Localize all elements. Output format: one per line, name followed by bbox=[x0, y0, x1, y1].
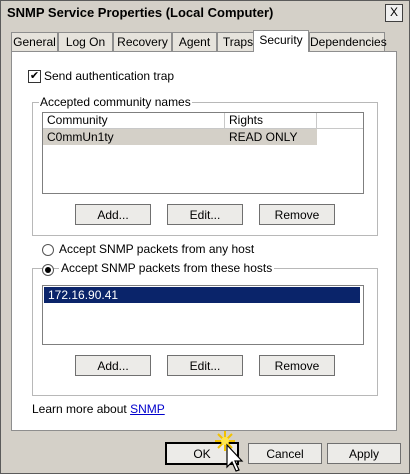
auth-trap-label[interactable]: Send authentication trap bbox=[44, 69, 174, 83]
community-list-header: Community Rights bbox=[43, 113, 363, 129]
community-remove-button[interactable]: Remove bbox=[259, 204, 335, 225]
these-hosts-label[interactable]: Accept SNMP packets from these hosts bbox=[59, 261, 275, 275]
tab-general[interactable]: General bbox=[11, 32, 58, 51]
any-host-label[interactable]: Accept SNMP packets from any host bbox=[59, 242, 254, 256]
cancel-button[interactable]: Cancel bbox=[248, 443, 322, 464]
tab-recovery[interactable]: Recovery bbox=[113, 32, 172, 51]
column-header-community[interactable]: Community bbox=[43, 113, 225, 128]
host-address: 172.16.90.41 bbox=[48, 288, 119, 302]
dialog-window: SNMP Service Properties (Local Computer)… bbox=[0, 0, 410, 474]
learn-more-prefix: Learn more about bbox=[32, 402, 131, 416]
hosts-add-button[interactable]: Add... bbox=[75, 355, 151, 376]
tab-agent[interactable]: Agent bbox=[172, 32, 217, 51]
column-header-rights[interactable]: Rights bbox=[225, 113, 317, 128]
click-highlight-cursor-icon bbox=[215, 431, 244, 472]
host-row[interactable]: 172.16.90.41 bbox=[44, 287, 360, 303]
hosts-remove-button[interactable]: Remove bbox=[259, 355, 335, 376]
security-tab-panel: ✔ Send authentication trap Accepted comm… bbox=[11, 51, 397, 431]
community-list[interactable]: Community Rights C0mmUn1ty READ ONLY bbox=[42, 112, 364, 194]
tab-log-on[interactable]: Log On bbox=[58, 32, 113, 51]
community-add-button[interactable]: Add... bbox=[75, 204, 151, 225]
tab-security[interactable]: Security bbox=[253, 30, 309, 52]
radio-selected-dot bbox=[45, 267, 51, 273]
apply-button[interactable]: Apply bbox=[327, 443, 401, 464]
tab-dependencies[interactable]: Dependencies bbox=[309, 32, 387, 51]
snmp-help-link[interactable]: SNMP bbox=[130, 402, 165, 416]
any-host-radio[interactable] bbox=[42, 244, 54, 256]
community-name-cell: C0mmUn1ty bbox=[47, 130, 114, 144]
title-bar[interactable]: SNMP Service Properties (Local Computer)… bbox=[1, 1, 409, 25]
close-button[interactable]: X bbox=[385, 4, 403, 22]
community-edit-button[interactable]: Edit... bbox=[167, 204, 243, 225]
community-group-title: Accepted community names bbox=[39, 95, 192, 109]
hosts-group: Accept SNMP packets from these hosts 172… bbox=[32, 261, 378, 396]
hosts-edit-button[interactable]: Edit... bbox=[167, 355, 243, 376]
community-row[interactable]: C0mmUn1ty READ ONLY bbox=[43, 129, 317, 145]
community-rights-cell: READ ONLY bbox=[229, 130, 298, 144]
window-title: SNMP Service Properties (Local Computer) bbox=[7, 5, 274, 20]
community-group: Accepted community names Community Right… bbox=[32, 95, 378, 236]
auth-trap-checkbox[interactable]: ✔ bbox=[28, 70, 41, 83]
learn-more-text: Learn more about SNMP bbox=[32, 402, 165, 416]
hosts-list[interactable]: 172.16.90.41 bbox=[42, 285, 364, 345]
these-hosts-radio[interactable] bbox=[42, 264, 54, 276]
